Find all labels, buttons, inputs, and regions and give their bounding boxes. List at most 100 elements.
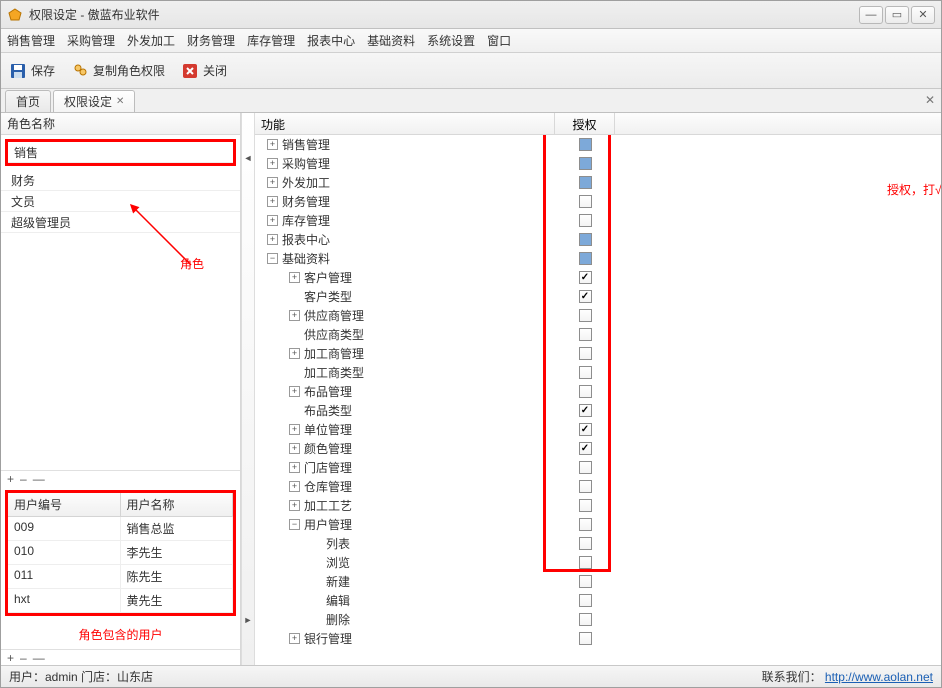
tree-row[interactable]: 列表 [255,534,941,553]
tree-row[interactable]: 编辑 [255,591,941,610]
splitter-left-icon[interactable]: ◄ [244,153,253,163]
expand-icon[interactable]: + [289,310,300,321]
tab-home[interactable]: 首页 [5,90,51,112]
auth-checkbox[interactable] [579,252,592,265]
auth-checkbox[interactable] [579,575,592,588]
menu-finance[interactable]: 财务管理 [187,32,235,49]
splitter-right-icon[interactable]: ► [244,615,253,625]
expand-icon[interactable]: + [267,234,278,245]
user-row[interactable]: 011陈先生 [8,565,233,589]
auth-checkbox[interactable] [579,328,592,341]
auth-checkbox[interactable] [579,385,592,398]
tree-row[interactable]: +财务管理 [255,192,941,211]
expand-icon[interactable]: + [289,500,300,511]
auth-checkbox[interactable] [579,461,592,474]
auth-checkbox[interactable] [579,271,592,284]
auth-checkbox[interactable] [579,632,592,645]
expand-icon[interactable]: + [289,462,300,473]
auth-checkbox[interactable] [579,404,592,417]
auth-checkbox[interactable] [579,594,592,607]
expand-icon[interactable]: + [267,215,278,226]
close-button[interactable]: 关闭 [181,62,227,80]
menu-sales[interactable]: 销售管理 [7,32,55,49]
tree-row[interactable]: 加工商类型 [255,363,941,382]
tree-row[interactable]: +销售管理 [255,135,941,154]
tab-permissions[interactable]: 权限设定 ✕ [53,90,135,112]
copy-role-button[interactable]: 复制角色权限 [71,62,165,80]
auth-checkbox[interactable] [579,613,592,626]
menu-basedata[interactable]: 基础资料 [367,32,415,49]
maximize-button[interactable]: ▭ [885,6,909,24]
expand-icon[interactable]: + [289,348,300,359]
auth-checkbox[interactable] [579,195,592,208]
tree-row[interactable]: 布品类型 [255,401,941,420]
auth-checkbox[interactable] [579,556,592,569]
auth-checkbox[interactable] [579,309,592,322]
expand-icon[interactable]: + [289,481,300,492]
auth-checkbox[interactable] [579,537,592,550]
tree-row[interactable]: +采购管理 [255,154,941,173]
add-user-button[interactable]: + [7,651,14,665]
tree-row[interactable]: +门店管理 [255,458,941,477]
expand-icon[interactable]: + [267,196,278,207]
auth-checkbox[interactable] [579,480,592,493]
expand-icon[interactable]: + [267,177,278,188]
auth-checkbox[interactable] [579,233,592,246]
close-window-button[interactable]: ✕ [911,6,935,24]
tree-row[interactable]: 新建 [255,572,941,591]
menu-purchase[interactable]: 采购管理 [67,32,115,49]
auth-checkbox[interactable] [579,499,592,512]
auth-checkbox[interactable] [579,423,592,436]
tree-row[interactable]: +加工工艺 [255,496,941,515]
tree-row[interactable]: 浏览 [255,553,941,572]
menu-outsource[interactable]: 外发加工 [127,32,175,49]
tree-row[interactable]: +报表中心 [255,230,941,249]
auth-checkbox[interactable] [579,176,592,189]
expand-icon[interactable]: + [267,158,278,169]
tree-row[interactable]: +外发加工 [255,173,941,192]
status-link[interactable]: http://www.aolan.net [825,670,933,684]
expand-icon[interactable]: + [289,633,300,644]
expand-icon[interactable]: + [267,139,278,150]
auth-checkbox[interactable] [579,366,592,379]
save-button[interactable]: 保存 [9,62,55,80]
menu-settings[interactable]: 系统设置 [427,32,475,49]
splitter[interactable]: ◄ ► [241,113,255,665]
auth-checkbox[interactable] [579,347,592,360]
expand-icon[interactable]: + [289,386,300,397]
user-row[interactable]: hxt黄先生 [8,589,233,613]
tree-row[interactable]: −基础资料 [255,249,941,268]
role-item-finance[interactable]: 财务 [1,170,240,191]
collapse-icon[interactable]: − [289,519,300,530]
menu-reports[interactable]: 报表中心 [307,32,355,49]
auth-checkbox[interactable] [579,138,592,151]
auth-checkbox[interactable] [579,290,592,303]
auth-checkbox[interactable] [579,442,592,455]
tree-row[interactable]: +银行管理 [255,629,941,648]
tree-row[interactable]: 客户类型 [255,287,941,306]
expand-icon[interactable]: + [289,443,300,454]
auth-checkbox[interactable] [579,518,592,531]
tree-row[interactable]: +供应商管理 [255,306,941,325]
user-row[interactable]: 010李先生 [8,541,233,565]
tab-close-icon[interactable]: ✕ [116,96,124,107]
remove-user-button[interactable]: – [20,651,27,665]
tabs-close-all[interactable]: ✕ [925,93,935,107]
role-item-sales[interactable]: 销售 [8,142,233,163]
tree-row[interactable]: 供应商类型 [255,325,941,344]
user-row[interactable]: 009销售总监 [8,517,233,541]
tree-row[interactable]: +仓库管理 [255,477,941,496]
auth-checkbox[interactable] [579,157,592,170]
tree-row[interactable]: +颜色管理 [255,439,941,458]
tree-row[interactable]: −用户管理 [255,515,941,534]
auth-checkbox[interactable] [579,214,592,227]
tree-row[interactable]: +库存管理 [255,211,941,230]
add-role-button[interactable]: + [7,472,14,486]
tree-row[interactable]: +布品管理 [255,382,941,401]
collapse-icon[interactable]: − [267,253,278,264]
menu-inventory[interactable]: 库存管理 [247,32,295,49]
expand-icon[interactable]: + [289,424,300,435]
tree-row[interactable]: +客户管理 [255,268,941,287]
tree-row[interactable]: +单位管理 [255,420,941,439]
remove-role-button[interactable]: – [20,472,27,486]
